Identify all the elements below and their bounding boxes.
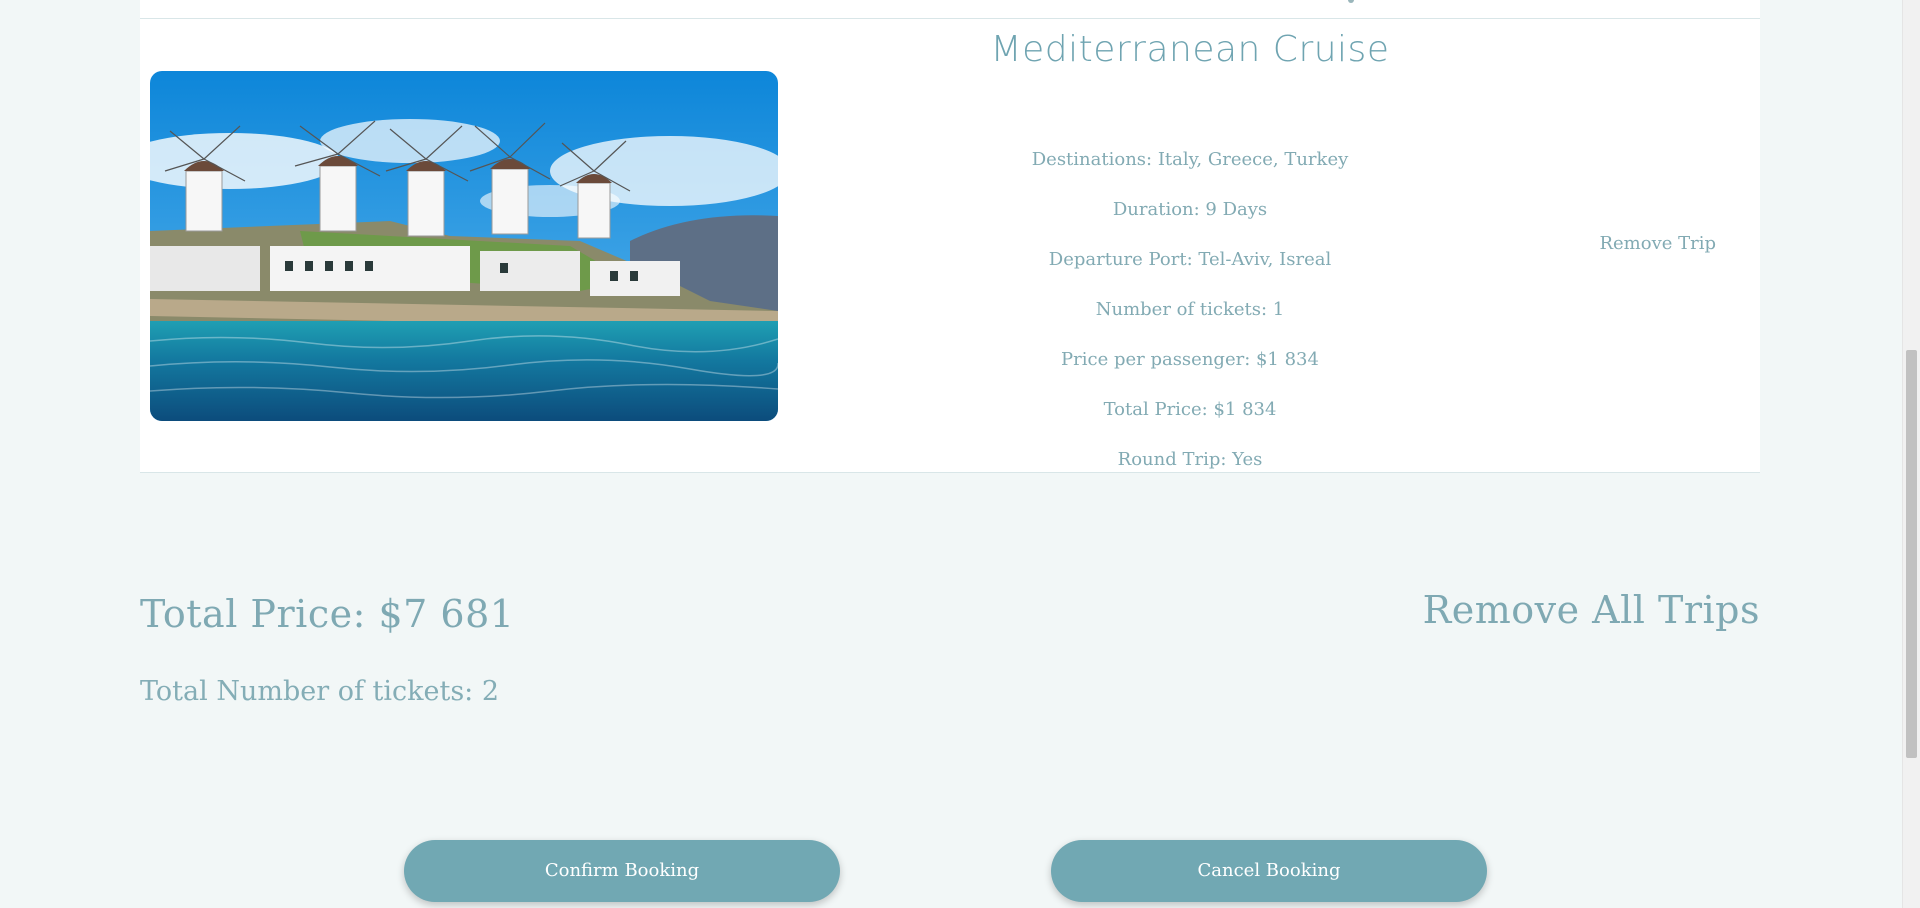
cart-total-price: Total Price: $7 681 [140, 592, 515, 636]
trip-image [150, 71, 778, 421]
remove-trip-button[interactable]: Remove Trip [1599, 233, 1716, 254]
vertical-scrollbar[interactable] [1902, 0, 1920, 908]
trip-total-price: Total Price: $1 834 [1103, 399, 1277, 420]
confirm-booking-button[interactable]: Confirm Booking [404, 840, 840, 902]
trip-price-per-passenger: Price per passenger: $1 834 [1061, 349, 1319, 370]
trip-ticket-count: Number of tickets: 1 [1095, 299, 1285, 320]
trip-duration: Duration: 9 Days [1112, 199, 1268, 220]
trip-departure-port: Departure Port: Tel-Aviv, Isreal [1048, 249, 1332, 270]
cart-total-tickets: Total Number of tickets: 2 [140, 676, 500, 707]
trip-round-trip: Round Trip: Yes [1117, 449, 1263, 470]
cancel-booking-button[interactable]: Cancel Booking [1051, 840, 1487, 902]
cart-page: Mediterranean Cruise Destinations: Italy… [0, 0, 1920, 908]
remove-all-trips-button[interactable]: Remove All Trips [1423, 588, 1760, 632]
trip-destinations: Destinations: Italy, Greece, Turkey [1031, 149, 1349, 170]
scrollbar-thumb[interactable] [1906, 350, 1917, 758]
trip-details-list: Destinations: Italy, Greece, Turkey Dura… [860, 135, 1520, 485]
trip-card: Mediterranean Cruise Destinations: Italy… [140, 18, 1760, 473]
trip-title: Mediterranean Cruise [990, 29, 1390, 70]
previous-card-fragment [1348, 0, 1354, 3]
previous-trip-card [140, 0, 1760, 19]
windmills-photo-icon [150, 71, 778, 421]
